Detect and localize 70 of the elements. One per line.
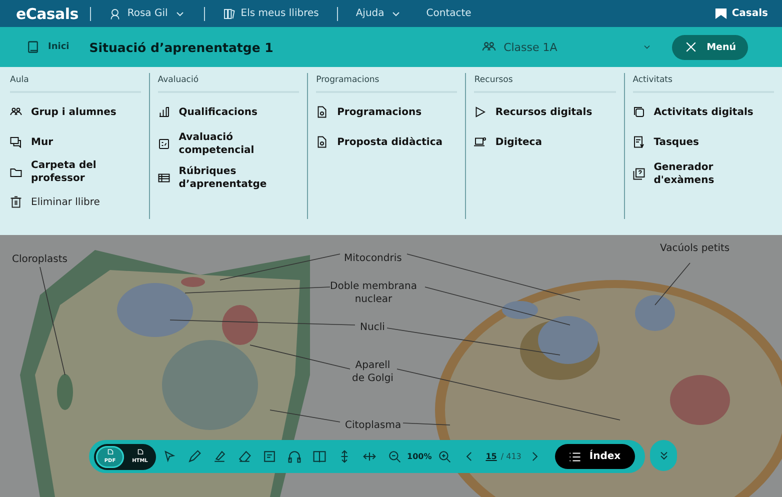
- user-icon: [109, 8, 122, 20]
- diagram-label: Aparell de Golgi: [352, 359, 394, 385]
- table-icon: [158, 172, 170, 184]
- chat-icon: [10, 136, 22, 148]
- menu-item[interactable]: Activitats digitals: [632, 101, 774, 123]
- menu-section-heading: Avaluació: [158, 75, 300, 93]
- menu-item[interactable]: Qualificacions: [158, 101, 300, 123]
- group-icon: [10, 106, 22, 118]
- headphones-icon: [288, 450, 300, 463]
- menu-section-heading: Activitats: [632, 75, 774, 93]
- menu-item[interactable]: Proposta didàctica: [316, 131, 458, 153]
- diagram-label: Doble membrana nuclear: [330, 280, 417, 306]
- menu-item[interactable]: Eliminar llibre: [10, 191, 141, 213]
- zoomout-icon: [388, 450, 400, 463]
- tasks-icon: [632, 136, 645, 148]
- menu-section-heading: Aula: [10, 75, 141, 93]
- page-number-field[interactable]: 15: [482, 452, 500, 461]
- cards-icon: [632, 106, 645, 118]
- trash-icon: [10, 196, 22, 208]
- menu-item[interactable]: Recursos digitals: [474, 101, 616, 123]
- file-icon: [316, 106, 328, 118]
- hfit-icon: [362, 450, 376, 463]
- diagram-label: Mitocondris: [344, 252, 402, 265]
- zoom-level: 100%: [407, 452, 432, 461]
- help-menu[interactable]: Ajuda: [356, 8, 402, 20]
- laptop-icon: [474, 136, 486, 148]
- chart-icon: [158, 106, 170, 118]
- app-logo[interactable]: eCasals: [16, 4, 78, 22]
- menu-item[interactable]: Grup i alumnes: [10, 101, 141, 123]
- play-icon: [474, 106, 486, 118]
- close-icon: [684, 40, 698, 54]
- diagram-label: Vacúols petits: [660, 242, 730, 255]
- list-icon: [569, 450, 582, 462]
- eraser-icon: [238, 450, 250, 463]
- menu-item[interactable]: Rúbriques d’aprenentatge: [158, 165, 300, 191]
- diagram-label: Cloroplasts: [12, 253, 68, 266]
- menu-item[interactable]: Avaluació competencial: [158, 131, 300, 157]
- page-title: Situació d’aprenentatge 1: [89, 40, 274, 54]
- menu-close-button[interactable]: Menú: [672, 34, 748, 60]
- menu-item[interactable]: Tasques: [632, 131, 774, 153]
- menu-item[interactable]: Programacions: [316, 101, 458, 123]
- nav-link[interactable]: Contacte: [426, 8, 472, 19]
- menu-item[interactable]: Carpeta del professor: [10, 161, 141, 183]
- user-menu[interactable]: Rosa Gil: [109, 8, 186, 20]
- menu-item[interactable]: Mur: [10, 131, 141, 153]
- diagram-label: Nucli: [360, 321, 385, 334]
- pointer-icon: [162, 450, 176, 463]
- pencil-icon: [188, 450, 200, 463]
- marker-icon: [212, 450, 226, 463]
- home-button[interactable]: Inici: [26, 40, 70, 54]
- note-icon: [262, 450, 276, 463]
- brand-icon: [714, 6, 728, 20]
- double-chevron-icon: [658, 450, 670, 462]
- menu-section-heading: Programacions: [316, 75, 458, 93]
- file-icon: [316, 136, 328, 148]
- page-total: / 413: [500, 452, 522, 461]
- menu-item[interactable]: Generador d'exàmens: [632, 161, 774, 187]
- brand-logo[interactable]: Casals: [714, 6, 768, 20]
- folder-icon: [10, 166, 22, 178]
- exam-icon: [632, 168, 645, 180]
- class-select[interactable]: Classe 1A: [476, 40, 658, 54]
- nav-link[interactable]: Els meus llibres: [222, 8, 319, 20]
- openbook-icon: [312, 450, 326, 463]
- index-button[interactable]: Índex: [555, 444, 635, 469]
- menu-section-heading: Recursos: [474, 75, 616, 93]
- zoomin-icon: [438, 450, 452, 463]
- diagram-label: Citoplasma: [345, 419, 402, 432]
- menu-item[interactable]: Digiteca: [474, 131, 616, 153]
- book-icon: [26, 40, 40, 54]
- books-icon: [222, 8, 235, 20]
